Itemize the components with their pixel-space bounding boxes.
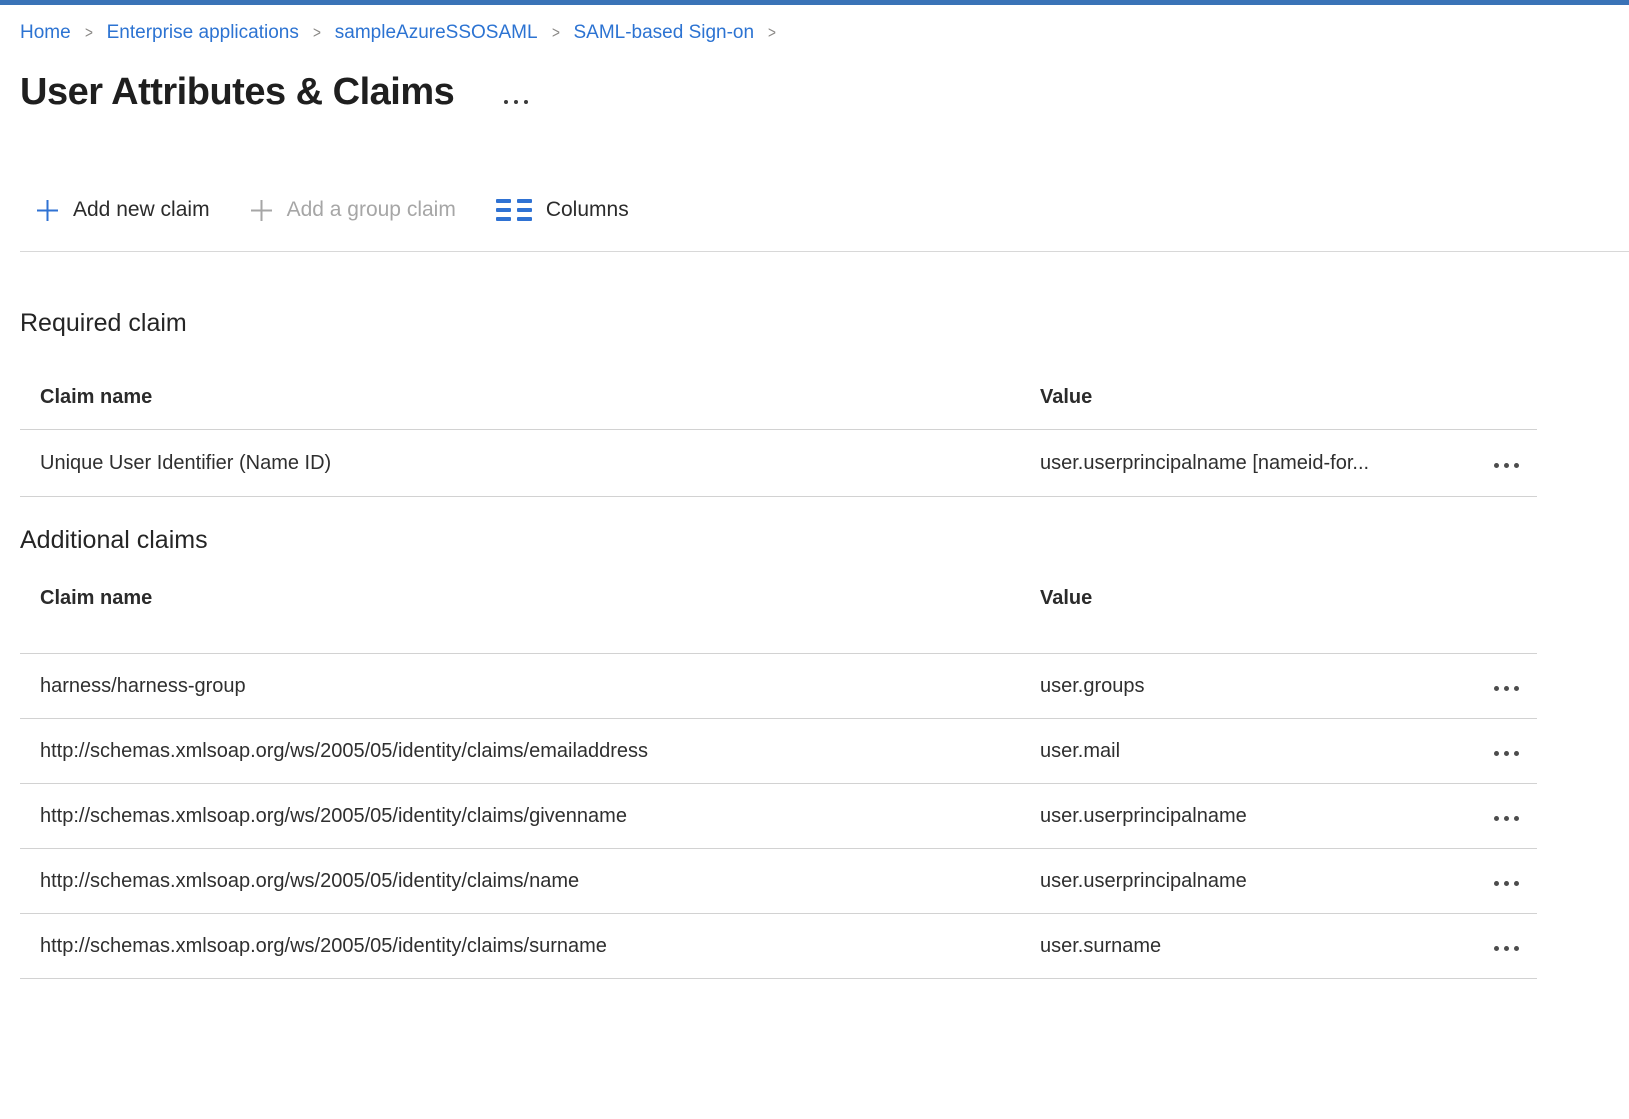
additional-claims-table: Claim name Value harness/harness-group u… — [20, 557, 1537, 979]
claim-name-cell[interactable]: http://schemas.xmlsoap.org/ws/2005/05/id… — [20, 740, 1040, 763]
ellipsis-icon — [1494, 881, 1519, 886]
add-group-claim-button[interactable]: Add a group claim — [250, 198, 456, 222]
columns-icon — [496, 199, 532, 221]
table-header-row: Claim name Value — [20, 557, 1537, 654]
row-menu-button[interactable] — [1492, 931, 1521, 962]
ellipsis-icon — [1494, 463, 1519, 468]
breadcrumb-enterprise-applications[interactable]: Enterprise applications — [107, 22, 299, 44]
table-row[interactable]: http://schemas.xmlsoap.org/ws/2005/05/id… — [20, 849, 1537, 914]
row-menu-button[interactable] — [1492, 801, 1521, 832]
toolbar-divider — [20, 251, 1629, 252]
columns-button[interactable]: Columns — [496, 198, 629, 222]
plus-icon — [250, 199, 273, 222]
ellipsis-icon — [1494, 686, 1519, 691]
more-options-button[interactable] — [500, 94, 532, 110]
claim-name-cell[interactable]: http://schemas.xmlsoap.org/ws/2005/05/id… — [20, 870, 1040, 893]
breadcrumb-sampleazuressosaml[interactable]: sampleAzureSSOSAML — [335, 22, 538, 44]
chevron-right-icon: > — [313, 23, 321, 43]
chevron-right-icon: > — [552, 23, 560, 43]
add-new-claim-button[interactable]: Add new claim — [36, 198, 210, 222]
command-bar: Add new claim Add a group claim Columns — [0, 188, 1629, 232]
row-menu-button[interactable] — [1492, 866, 1521, 897]
table-row[interactable]: http://schemas.xmlsoap.org/ws/2005/05/id… — [20, 784, 1537, 849]
claim-value-cell[interactable]: user.surname — [1040, 935, 1463, 958]
ellipsis-icon — [1494, 751, 1519, 756]
chevron-right-icon: > — [768, 23, 776, 43]
add-new-claim-label: Add new claim — [73, 198, 210, 222]
chevron-right-icon: > — [85, 23, 93, 43]
value-column-header: Value — [1040, 386, 1463, 409]
claim-name-cell[interactable]: http://schemas.xmlsoap.org/ws/2005/05/id… — [20, 935, 1040, 958]
columns-label: Columns — [546, 198, 629, 222]
page-title: User Attributes & Claims — [20, 66, 454, 118]
row-menu-button[interactable] — [1492, 448, 1521, 479]
ellipsis-icon — [1494, 946, 1519, 951]
breadcrumb: Home > Enterprise applications > sampleA… — [0, 5, 1629, 44]
row-menu-button[interactable] — [1492, 736, 1521, 767]
title-row: User Attributes & Claims — [0, 66, 1629, 118]
claim-value-cell[interactable]: user.userprincipalname — [1040, 870, 1463, 893]
add-group-claim-label: Add a group claim — [287, 198, 456, 222]
table-row[interactable]: Unique User Identifier (Name ID) user.us… — [20, 430, 1537, 497]
claim-value-cell[interactable]: user.mail — [1040, 740, 1463, 763]
value-column-header: Value — [1040, 587, 1463, 610]
table-header-row: Claim name Value — [20, 340, 1537, 430]
claim-name-column-header: Claim name — [20, 587, 1040, 610]
claim-value-cell[interactable]: user.userprincipalname [nameid-for... — [1040, 452, 1463, 475]
claim-name-column-header: Claim name — [20, 386, 1040, 409]
claim-name-cell[interactable]: http://schemas.xmlsoap.org/ws/2005/05/id… — [20, 805, 1040, 828]
ellipsis-icon — [504, 100, 528, 104]
row-menu-button[interactable] — [1492, 671, 1521, 702]
table-row[interactable]: http://schemas.xmlsoap.org/ws/2005/05/id… — [20, 914, 1537, 979]
table-row[interactable]: http://schemas.xmlsoap.org/ws/2005/05/id… — [20, 719, 1537, 784]
breadcrumb-saml-based-sign-on[interactable]: SAML-based Sign-on — [573, 22, 754, 44]
plus-icon — [36, 199, 59, 222]
claim-name-cell[interactable]: Unique User Identifier (Name ID) — [20, 452, 1040, 475]
table-row[interactable]: harness/harness-group user.groups — [20, 654, 1537, 719]
breadcrumb-home[interactable]: Home — [20, 22, 71, 44]
additional-claims-heading: Additional claims — [20, 523, 1629, 557]
user-attributes-claims-blade: Home > Enterprise applications > sampleA… — [0, 0, 1629, 1119]
ellipsis-icon — [1494, 816, 1519, 821]
required-claim-table: Claim name Value Unique User Identifier … — [20, 340, 1537, 497]
claim-value-cell[interactable]: user.groups — [1040, 675, 1463, 698]
claim-value-cell[interactable]: user.userprincipalname — [1040, 805, 1463, 828]
claim-name-cell[interactable]: harness/harness-group — [20, 675, 1040, 698]
required-claim-heading: Required claim — [20, 306, 1629, 340]
